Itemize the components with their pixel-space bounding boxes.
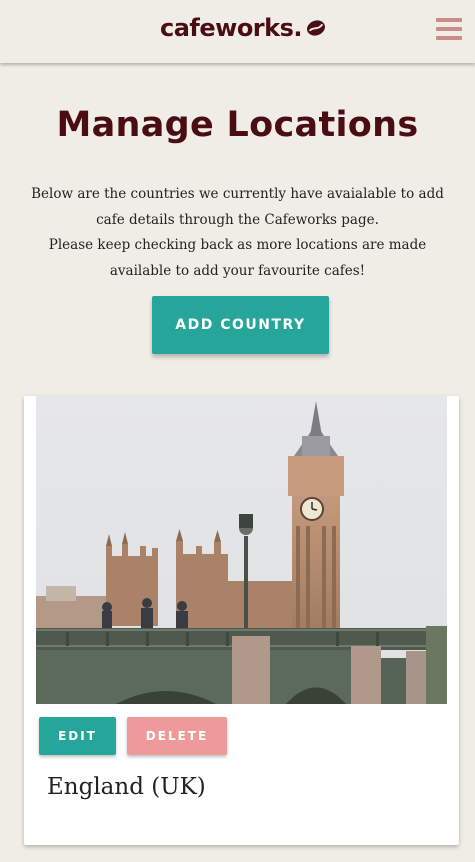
hamburger-menu-icon[interactable]	[436, 18, 462, 42]
brand-logo[interactable]: cafeworks.	[160, 14, 327, 42]
intro-text: Below are the countries we currently hav…	[20, 182, 455, 284]
big-ben-photo	[36, 396, 447, 704]
location-name: England (UK)	[47, 774, 206, 800]
intro-line-1: Below are the countries we currently hav…	[31, 186, 444, 228]
delete-button[interactable]: DELETE	[127, 717, 227, 755]
location-card: EDIT DELETE England (UK)	[24, 396, 459, 845]
brand-name: cafeworks.	[160, 14, 303, 42]
navbar: cafeworks.	[0, 0, 475, 63]
location-image	[36, 396, 447, 704]
coffee-bean-icon	[307, 20, 325, 36]
edit-button[interactable]: EDIT	[39, 717, 116, 755]
page-title: Manage Locations	[56, 105, 419, 145]
add-country-button[interactable]: ADD COUNTRY	[152, 296, 329, 354]
intro-line-2: Please keep checking back as more locati…	[48, 237, 427, 279]
